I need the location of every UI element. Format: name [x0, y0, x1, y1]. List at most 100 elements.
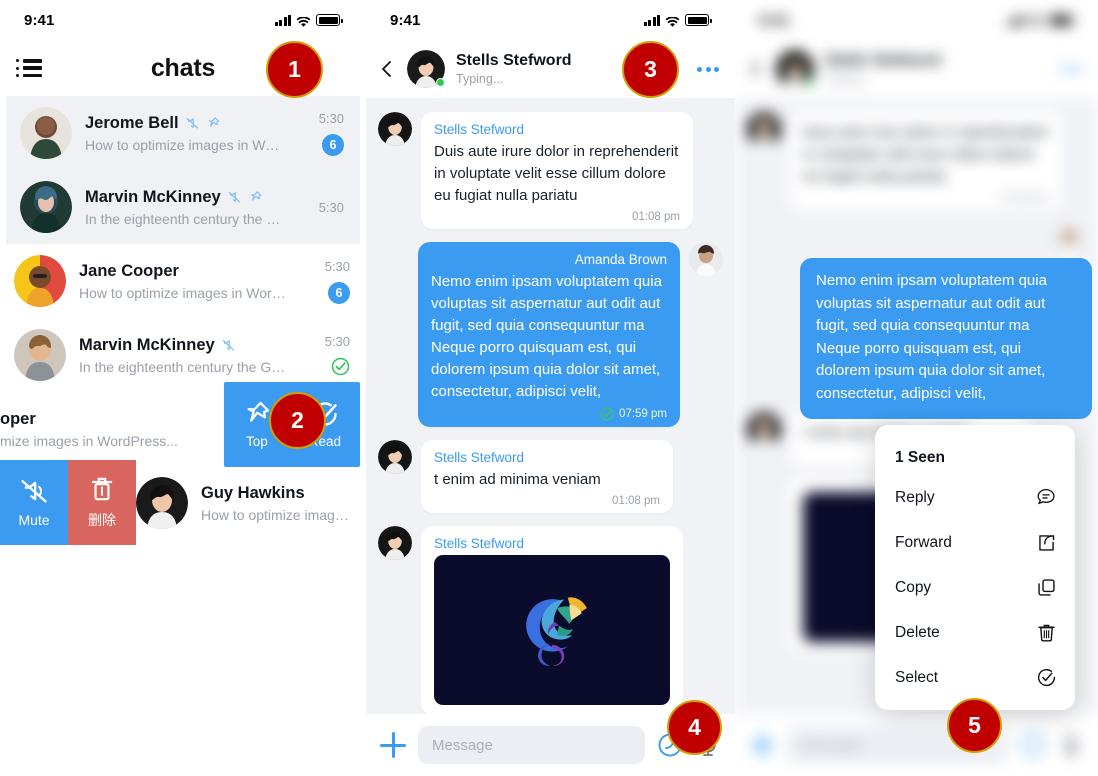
swipe-actions-left: Mute 删除: [0, 460, 136, 545]
chat-row-body: Marvin McKinney In the eighteenth centur…: [85, 188, 285, 227]
avatar: [1052, 223, 1086, 258]
status-bar-icons: [274, 14, 343, 27]
mute-bell-icon: [21, 480, 47, 503]
message-footer: 01:08 pm: [803, 192, 1049, 204]
swipe-action-top-label: Top: [246, 434, 268, 449]
swipe-action-delete[interactable]: 删除: [68, 460, 136, 545]
online-status-dot: [805, 78, 814, 87]
chat-row[interactable]: Jane Cooper How to optimize images in Wo…: [0, 244, 366, 318]
highlighted-message-bubble[interactable]: Nemo enim ipsam voluptatem quia voluptas…: [800, 258, 1092, 419]
microphone-icon: [1063, 734, 1079, 756]
chat-row-preview: How to optimize images in WordPress for.…: [79, 284, 291, 301]
annotation-marker-3: 3: [622, 41, 679, 98]
read-receipt-icon: [331, 357, 350, 376]
copy-icon: [1038, 579, 1055, 596]
avatar: [14, 329, 66, 381]
message-outgoing: Amanda Brown Nemo enim ipsam voluptatem …: [378, 242, 723, 428]
chameleon-logo-thumbnail[interactable]: [434, 555, 670, 706]
status-bar-time: 9:41: [390, 11, 421, 29]
trash-icon: [91, 477, 113, 501]
chat-rows-selected-group: Jerome Bell How to optimize images in Wo…: [6, 96, 360, 244]
message-bubble[interactable]: Stells Stefword: [421, 526, 683, 714]
message-incoming: Stells Stefword t enim ad minima veniam …: [378, 440, 723, 514]
annotation-marker-1: 1: [266, 41, 323, 98]
chat-row-body: Marvin McKinney In the eighteenth centur…: [79, 336, 291, 375]
avatar: [776, 50, 814, 88]
swipe-action-mute[interactable]: Mute: [0, 460, 68, 545]
message-footer: 07:59 pm: [431, 407, 667, 421]
reply-bubble-icon: [1037, 488, 1055, 505]
chat-row-name: Jane Cooper: [79, 261, 179, 280]
message-thread: Stells Stefword Duis aute irure dolor in…: [366, 98, 735, 714]
message-sender: Stells Stefword: [434, 536, 525, 552]
chat-row-meta: 5:30 6: [298, 111, 344, 156]
message-incoming-media: Stells Stefword: [378, 526, 723, 714]
message-sender: Amanda Brown: [574, 252, 667, 268]
chat-row[interactable]: Marvin McKinney In the eighteenth centur…: [0, 318, 366, 392]
context-menu-item-label: Copy: [895, 578, 932, 596]
message-sender: Stells Stefword: [434, 450, 525, 466]
message-footer: 01:08 pm: [434, 495, 660, 507]
conversation-header: Stells Stefword Typing...: [735, 40, 1098, 98]
swipe-action-delete-label: 删除: [88, 512, 116, 528]
chat-row-time: 5:30: [318, 199, 344, 215]
message-bubble[interactable]: Amanda Brown Nemo enim ipsam voluptatem …: [418, 242, 680, 428]
avatar: [378, 440, 412, 475]
chat-row-time: 5:30: [324, 258, 350, 274]
status-bar-left: 9:41: [0, 0, 366, 40]
chat-row-name: Marvin McKinney: [85, 187, 221, 206]
message-text: Nemo enim ipsam voluptatem quia voluptas…: [431, 273, 662, 401]
context-menu-item-copy[interactable]: Copy: [875, 565, 1075, 610]
conversation-contact: Stells Stefword Typing...: [825, 52, 1049, 86]
message-input[interactable]: Message: [418, 726, 645, 764]
message-time: 01:08 pm: [612, 495, 660, 508]
pin-icon: [247, 401, 270, 422]
contact-status: Typing...: [825, 72, 873, 86]
message-text: Duis aute irure dolor in reprehenderit i…: [434, 143, 679, 205]
context-menu-item-select[interactable]: Select: [875, 655, 1075, 700]
check-circle-icon: [1037, 668, 1056, 687]
context-menu-item-forward[interactable]: Forward: [875, 520, 1075, 565]
chat-row[interactable]: Marvin McKinney In the eighteenth centur…: [6, 170, 360, 244]
battery-icon: [1048, 14, 1075, 26]
avatar: [14, 255, 66, 307]
mute-icon: [222, 339, 234, 351]
annotation-marker-2: 2: [269, 392, 326, 449]
battery-icon: [685, 14, 712, 26]
message-time: 01:08 pm: [632, 211, 680, 224]
chat-row-preview: In the eighteenth century the German phi…: [85, 210, 285, 227]
unread-badge: 6: [322, 133, 344, 156]
screenshot-stage: 9:41 chats Jerome Bell How to optimize i…: [0, 0, 1098, 776]
context-menu-item-delete[interactable]: Delete: [875, 610, 1075, 655]
chat-row-preview: In the eighteenth century the German phi…: [79, 358, 291, 375]
plus-icon[interactable]: [380, 732, 406, 758]
status-bar-mid: 9:41: [366, 0, 735, 40]
message-time: 07:59 pm: [619, 408, 667, 421]
avatar: [689, 242, 723, 277]
message-bubble[interactable]: Stells Stefword t enim ad minima veniam …: [421, 440, 673, 514]
status-bar-right: 9:41: [735, 0, 1098, 40]
chat-row[interactable]: Jerome Bell How to optimize images in Wo…: [6, 96, 360, 170]
avatar: [747, 412, 781, 447]
signal-bars-icon: [1006, 14, 1023, 26]
chat-row-meta: 5:30: [304, 334, 350, 376]
chevron-left-icon: [751, 61, 760, 77]
swipe-action-top[interactable]: Top: [243, 400, 271, 449]
status-bar-icons: [1006, 14, 1075, 27]
context-menu-item-label: Reply: [895, 488, 935, 506]
list-menu-icon[interactable]: [16, 59, 42, 77]
more-dots-icon[interactable]: [697, 66, 719, 72]
message-incoming: Stells Stefword Duis aute irure dolor in…: [378, 112, 723, 230]
sticker-icon: [1021, 733, 1045, 757]
chat-row-name: Guy Hawkins: [201, 483, 305, 502]
chevron-left-icon[interactable]: [378, 60, 396, 78]
message-bubble[interactable]: Stells Stefword Duis aute irure dolor in…: [421, 112, 693, 230]
highlighted-message-text: Nemo enim ipsam voluptatem quia voluptas…: [816, 272, 1047, 402]
chat-row-preview: How to optimize images in WordPress for.…: [85, 136, 285, 153]
chat-row-meta: 5:30: [298, 200, 344, 215]
message-text: Duis aute irure dolor in reprehenderit i…: [803, 124, 1048, 186]
context-menu-item-reply[interactable]: Reply: [875, 475, 1075, 520]
avatar[interactable]: [407, 50, 445, 88]
signal-bars-icon: [274, 14, 291, 26]
wifi-icon: [1028, 15, 1043, 27]
